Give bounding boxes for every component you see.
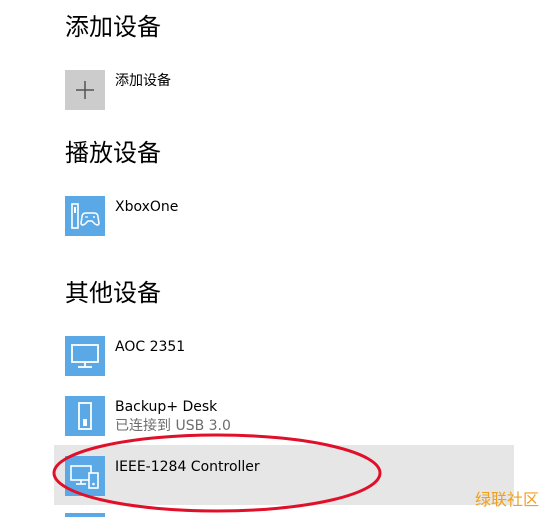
add-device-button[interactable] [65,70,105,110]
next-device-tile-partial[interactable] [65,513,105,517]
watermark-text: 绿联社区 [474,490,539,509]
device-tile-aoc-2351[interactable] [65,336,105,376]
device-name-ieee-1284[interactable]: IEEE-1284 Controller [115,458,260,476]
plus-icon [76,81,94,99]
device-name-backup-desk[interactable]: Backup+ Desk [115,398,217,416]
monitor-icon [71,344,99,368]
device-name-xboxone[interactable]: XboxOne [115,198,178,216]
add-device-label[interactable]: 添加设备 [115,72,171,90]
other-devices-heading: 其他设备 [65,279,161,307]
xbox-console-icon [71,203,100,229]
device-tile-backup-desk[interactable] [65,396,105,436]
device-tile-ieee-1284[interactable] [65,456,105,496]
device-tile-xboxone[interactable] [65,196,105,236]
drive-icon [78,402,92,430]
add-devices-heading: 添加设备 [65,13,161,41]
computer-device-icon [70,465,99,489]
device-status-backup-desk: 已连接到 USB 3.0 [115,418,231,434]
playback-devices-heading: 播放设备 [65,139,161,167]
device-name-aoc-2351[interactable]: AOC 2351 [115,338,185,356]
